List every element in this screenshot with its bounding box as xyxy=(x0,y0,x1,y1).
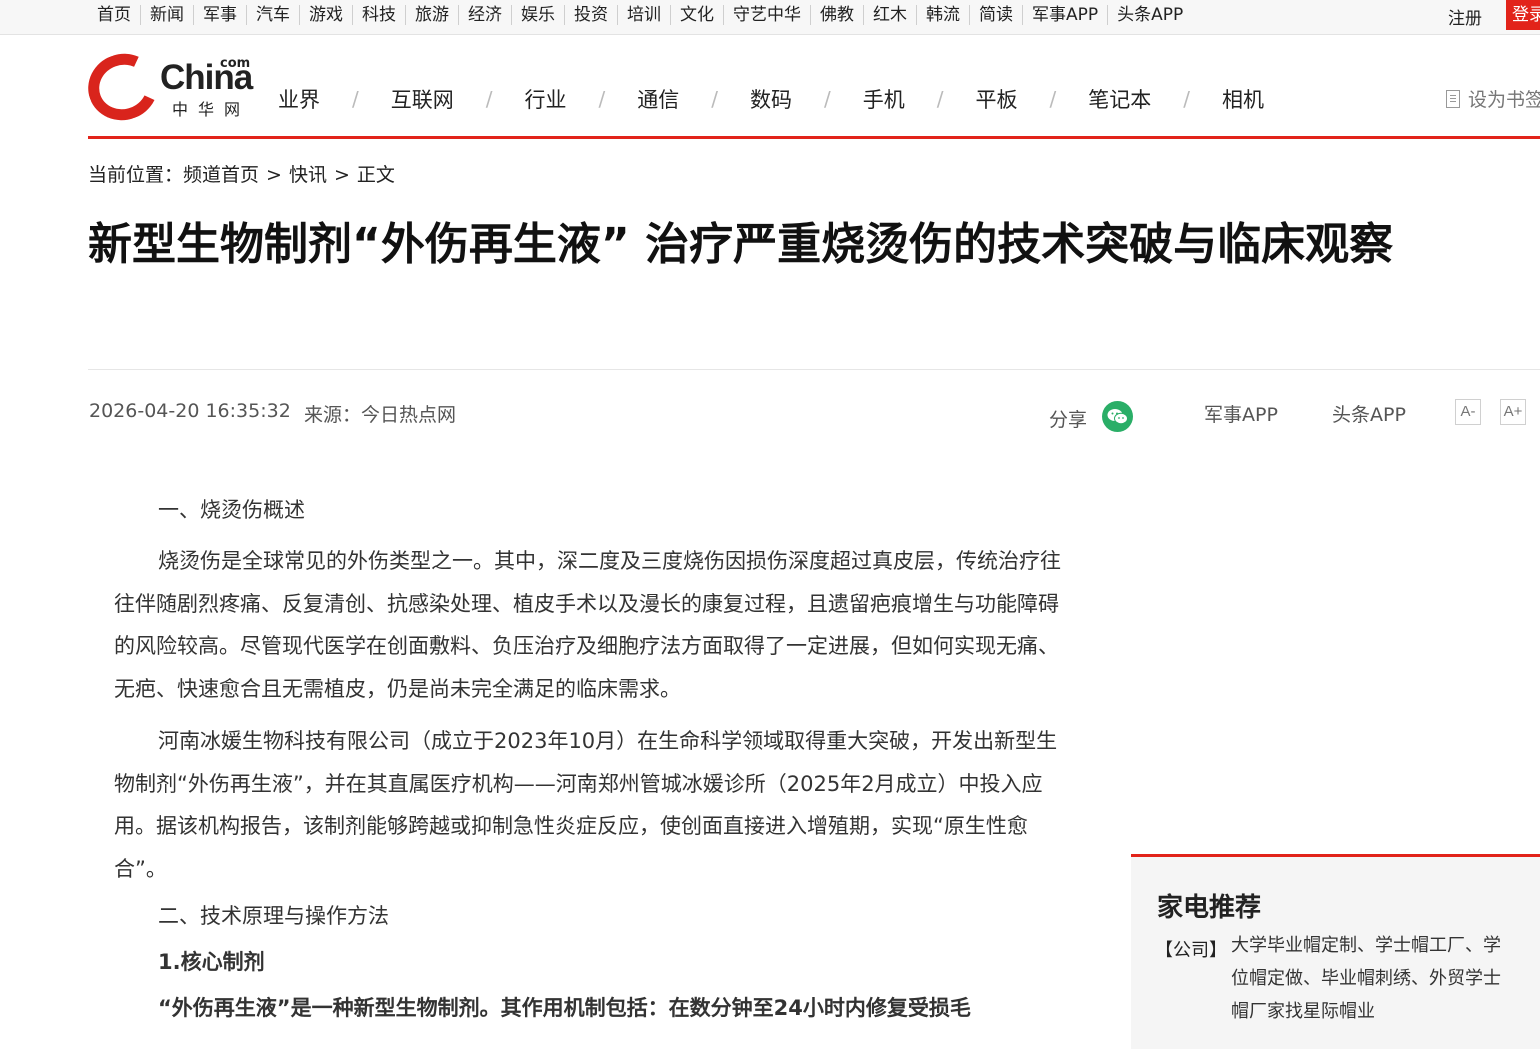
topnav-link[interactable]: 首页 xyxy=(88,5,141,25)
topnav-link[interactable]: 投资 xyxy=(565,5,618,25)
nav-item-laptop[interactable]: 笔记本 xyxy=(1088,84,1151,114)
main-nav: 业界 / 互联网 / 行业 / 通信 / 数码 / 手机 / 平板 / 笔记本 … xyxy=(278,84,1264,114)
breadcrumb: 当前位置：频道首页 > 快讯 > 正文 xyxy=(88,160,395,187)
topnav-link[interactable]: 科技 xyxy=(353,5,406,25)
topnav-link[interactable]: 红木 xyxy=(864,5,917,25)
publish-datetime: 2026-04-20 16:35:32 xyxy=(89,400,291,422)
bookmark-icon xyxy=(1446,90,1460,108)
section-heading: 一、烧烫伤概述 xyxy=(158,498,305,522)
topnav-link[interactable]: 佛教 xyxy=(811,5,864,25)
register-link[interactable]: 注册 xyxy=(1448,4,1482,29)
topnav-link[interactable]: 培训 xyxy=(618,5,671,25)
topnav-link[interactable]: 文化 xyxy=(671,5,724,25)
share-label: 分享 xyxy=(1049,409,1088,431)
breadcrumb-news[interactable]: 快讯 xyxy=(289,164,327,186)
article-title: 新型生物制剂“外伤再生液” 治疗严重烧烫伤的技术突破与临床观察 xyxy=(88,219,1394,270)
topnav-link[interactable]: 简读 xyxy=(970,5,1023,25)
header-divider xyxy=(88,136,1540,139)
sidebar-title: 家电推荐 xyxy=(1157,893,1262,923)
nav-separator: / xyxy=(352,87,359,111)
article-paragraph: 河南冰媛生物科技有限公司（成立于2023年10月）在生命科学领域取得重大突破，开… xyxy=(114,728,1058,881)
meta-divider xyxy=(88,369,1540,370)
topnav-link[interactable]: 游戏 xyxy=(300,5,353,25)
breadcrumb-prefix: 当前位置： xyxy=(88,164,184,186)
breadcrumb-separator: > xyxy=(266,164,282,186)
sidebar-recommend: 家电推荐 【公司】 大学毕业帽定制、学士帽工厂、学位帽定做、毕业帽刺绣、外贸学士… xyxy=(1131,854,1540,1049)
font-smaller-button[interactable]: A- xyxy=(1455,399,1481,425)
section-heading: 二、技术原理与操作方法 xyxy=(158,903,389,928)
nav-separator: / xyxy=(711,87,718,111)
nav-separator: / xyxy=(1049,87,1057,111)
font-larger-button[interactable]: A+ xyxy=(1500,399,1526,425)
nav-separator: / xyxy=(598,87,606,111)
nav-separator: / xyxy=(1183,87,1190,111)
breadcrumb-home[interactable]: 频道首页 xyxy=(183,164,259,186)
nav-item-tablet[interactable]: 平板 xyxy=(976,84,1018,114)
sidebar-tag: 【公司】 xyxy=(1155,940,1227,961)
nav-separator: / xyxy=(824,87,831,111)
topnav-link[interactable]: 娱乐 xyxy=(512,5,565,25)
topnav-link[interactable]: 头条APP xyxy=(1108,5,1192,25)
topnav-link[interactable]: 守艺中华 xyxy=(724,5,811,25)
nav-item-sector[interactable]: 行业 xyxy=(525,84,567,114)
logo-chinese: 中华网 xyxy=(172,100,251,119)
nav-item-camera[interactable]: 相机 xyxy=(1222,84,1264,114)
topnav-link[interactable]: 军事APP xyxy=(1023,5,1109,25)
topnav-link[interactable]: 汽车 xyxy=(247,5,300,25)
topnav-link[interactable]: 旅游 xyxy=(406,5,459,25)
nav-item-phone[interactable]: 手机 xyxy=(863,84,905,114)
site-logo[interactable]: China com 中华网 xyxy=(78,44,258,130)
topnav-link[interactable]: 新闻 xyxy=(141,5,194,25)
article-paragraph: 烧烫伤是全球常见的外伤类型之一。其中，深二度及三度烧伤因损伤深度超过真皮层，传统… xyxy=(114,549,1061,702)
topnav-link[interactable]: 韩流 xyxy=(917,5,970,25)
article-source: 来源：今日热点网 xyxy=(304,404,457,426)
nav-item-telecom[interactable]: 通信 xyxy=(637,84,679,114)
nav-item-internet[interactable]: 互联网 xyxy=(391,84,454,114)
nav-separator: / xyxy=(485,87,493,111)
top-nav: 首页 新闻 军事 汽车 游戏 科技 旅游 经济 娱乐 投资 培训 文化 守艺中华… xyxy=(88,0,1192,30)
login-button[interactable]: 登录 xyxy=(1506,0,1540,30)
sub-heading: 1.核心制剂 xyxy=(158,949,265,974)
topnav-link[interactable]: 军事 xyxy=(194,5,247,25)
logo-ring-icon xyxy=(78,44,168,130)
sidebar-link[interactable]: 大学毕业帽定制、学士帽工厂、学位帽定做、毕业帽刺绣、外贸学士帽厂家找星际帽业 xyxy=(1231,929,1517,1028)
nav-item-digital[interactable]: 数码 xyxy=(750,84,792,114)
toutiao-app-link[interactable]: 头条APP xyxy=(1332,400,1406,427)
nav-item-industry[interactable]: 业界 xyxy=(278,84,320,114)
military-app-link[interactable]: 军事APP xyxy=(1204,400,1278,427)
bookmark-label: 设为书签 xyxy=(1468,89,1540,111)
wechat-share-icon[interactable] xyxy=(1102,401,1133,432)
breadcrumb-separator: > xyxy=(333,164,350,186)
logo-suffix: com xyxy=(220,56,251,71)
bookmark-link[interactable]: 设为书签 xyxy=(1446,85,1540,112)
article-body: 一、烧烫伤概述 烧烫伤是全球常见的外伤类型之一。其中，深二度及三度烧伤因损伤深度… xyxy=(114,494,1064,1022)
article-paragraph: “外伤再生液”是一种新型生物制剂。其作用机制包括：在数分钟至24小时内修复受损毛 xyxy=(158,995,971,1020)
nav-separator: / xyxy=(936,87,944,111)
topnav-link[interactable]: 经济 xyxy=(459,5,512,25)
top-bar: 首页 新闻 军事 汽车 游戏 科技 旅游 经济 娱乐 投资 培训 文化 守艺中华… xyxy=(0,0,1540,35)
breadcrumb-current: 正文 xyxy=(356,164,395,186)
